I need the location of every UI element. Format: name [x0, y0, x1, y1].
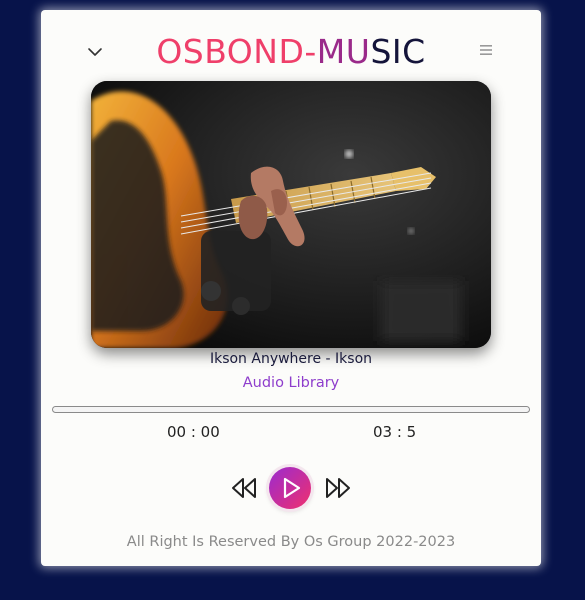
play-icon [283, 477, 301, 499]
brand-title: OSBOND-MUSIC [41, 27, 541, 77]
track-duration: 03 : 5 [373, 423, 417, 441]
bass-guitar-illustration [91, 81, 491, 348]
fast-forward-icon[interactable] [325, 477, 351, 499]
play-button[interactable] [269, 467, 311, 509]
brand-title-part1: OSBOND- [156, 32, 317, 71]
current-time: 00 : 00 [167, 423, 220, 441]
hamburger-menu-icon[interactable] [479, 44, 493, 56]
brand-title-part3: SIC [370, 32, 426, 71]
track-title: Ikson Anywhere - Ikson [209, 351, 373, 367]
footer-copyright: All Right Is Reserved By Os Group 2022-2… [126, 534, 456, 550]
brand-title-part2: MU [316, 32, 371, 71]
progress-bar[interactable] [52, 406, 530, 413]
rewind-icon[interactable] [231, 477, 257, 499]
music-player-card: OSBOND-MUSIC Ikson Anywhere - Ikson Audi… [41, 10, 541, 566]
track-source: Audio Library [242, 375, 340, 391]
album-cover-image [91, 81, 491, 348]
